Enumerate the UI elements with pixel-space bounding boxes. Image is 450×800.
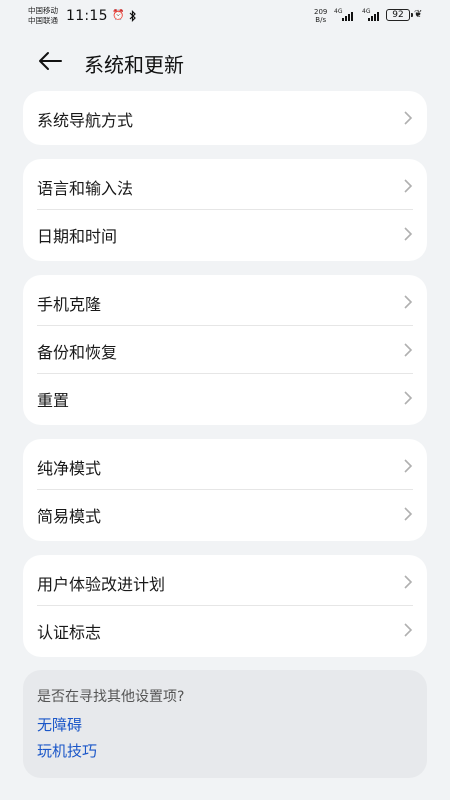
setting-item-language-input[interactable]: 语言和输入法 xyxy=(23,162,427,210)
carrier-2: 中国联通 xyxy=(28,16,58,25)
carrier-info: 中国移动 中国联通 xyxy=(28,6,58,26)
setting-item-reset[interactable]: 重置 xyxy=(23,374,427,422)
chevron-right-icon xyxy=(404,111,413,125)
suggestion-box: 是否在寻找其他设置项? 无障碍 玩机技巧 xyxy=(23,670,427,778)
setting-item-certification[interactable]: 认证标志 xyxy=(23,606,427,654)
setting-item-label: 备份和恢复 xyxy=(37,343,118,362)
setting-item-label: 日期和时间 xyxy=(37,227,118,246)
carrier-1: 中国移动 xyxy=(28,6,58,15)
setting-item-backup-restore[interactable]: 备份和恢复 xyxy=(23,326,427,374)
chevron-right-icon xyxy=(404,391,413,405)
signal-bars-2-icon xyxy=(368,11,382,21)
settings-group-modes: 纯净模式 简易模式 xyxy=(23,439,427,541)
setting-item-label: 简易模式 xyxy=(37,507,102,526)
setting-item-label: 纯净模式 xyxy=(37,459,102,478)
setting-item-label: 用户体验改进计划 xyxy=(37,575,166,594)
settings-group-experience: 用户体验改进计划 认证标志 xyxy=(23,555,427,657)
setting-item-simple-mode[interactable]: 简易模式 xyxy=(23,490,427,538)
network-speed: 209 B/s xyxy=(314,8,327,24)
clock: 11:15 xyxy=(66,8,108,24)
setting-item-pure-mode[interactable]: 纯净模式 xyxy=(23,442,427,490)
battery-icon: 92 xyxy=(386,9,413,21)
setting-item-label: 语言和输入法 xyxy=(37,179,134,198)
bluetooth-icon xyxy=(129,10,137,25)
setting-item-label: 认证标志 xyxy=(37,623,102,642)
alarm-icon: ⏰ xyxy=(112,10,125,21)
arrow-left-icon xyxy=(39,52,62,70)
suggestion-question: 是否在寻找其他设置项? xyxy=(37,689,185,705)
speed-unit: B/s xyxy=(315,16,327,24)
setting-item-label: 手机克隆 xyxy=(37,295,102,314)
power-saving-leaf-icon: ❦ xyxy=(414,9,423,20)
chevron-right-icon xyxy=(404,623,413,637)
page-title: 系统和更新 xyxy=(84,53,184,77)
chevron-right-icon xyxy=(404,575,413,589)
setting-item-date-time[interactable]: 日期和时间 xyxy=(23,210,427,258)
setting-item-label: 系统导航方式 xyxy=(37,111,134,130)
chevron-right-icon xyxy=(404,459,413,473)
setting-item-system-navigation[interactable]: 系统导航方式 xyxy=(23,91,427,145)
speed-value: 209 xyxy=(314,8,328,16)
chevron-right-icon xyxy=(404,179,413,193)
chevron-right-icon xyxy=(404,227,413,241)
back-button[interactable] xyxy=(36,46,66,76)
link-accessibility[interactable]: 无障碍 xyxy=(37,714,82,735)
link-tips[interactable]: 玩机技巧 xyxy=(37,740,97,761)
chevron-right-icon xyxy=(404,295,413,309)
app-header: 系统和更新 xyxy=(0,40,450,84)
settings-group-backup: 手机克隆 备份和恢复 重置 xyxy=(23,275,427,425)
status-bar: 中国移动 中国联通 11:15 ⏰ 209 B/s 4G 4G 92 ❦ xyxy=(0,0,450,34)
signal-bars-1-icon xyxy=(342,11,356,21)
chevron-right-icon xyxy=(404,343,413,357)
setting-item-user-experience[interactable]: 用户体验改进计划 xyxy=(23,558,427,606)
chevron-right-icon xyxy=(404,507,413,521)
setting-item-phone-clone[interactable]: 手机克隆 xyxy=(23,278,427,326)
settings-group-language: 语言和输入法 日期和时间 xyxy=(23,159,427,261)
setting-item-label: 重置 xyxy=(37,391,70,410)
settings-group-navigation: 系统导航方式 xyxy=(23,91,427,145)
